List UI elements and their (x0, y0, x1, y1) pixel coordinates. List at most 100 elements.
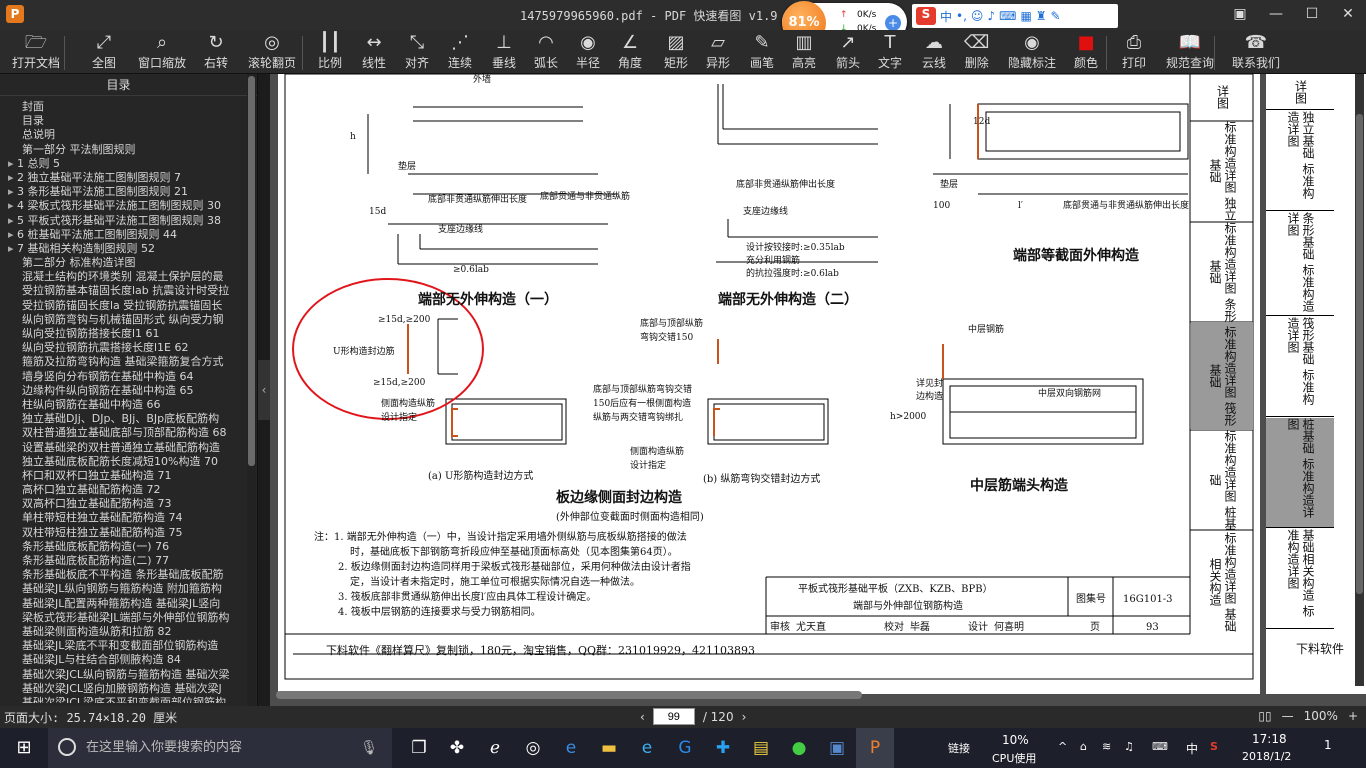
side-tab[interactable]: 标准构造详图 独立基础 (1191, 121, 1253, 221)
toc-item[interactable]: 第一部分 平法制图规则 (0, 143, 246, 157)
expand-arrow-icon[interactable]: ▸ (8, 171, 17, 184)
toc-item[interactable]: 基础梁JL与柱结合部侧腋构造 84 (0, 653, 246, 667)
tray-lang[interactable]: 中 (1186, 740, 1198, 757)
toolbar-rotate-button[interactable]: ↻ 右转 (204, 30, 228, 74)
toc-item[interactable]: 基础次梁JCL纵向钢筋与箍筋构造 基础次梁 (0, 668, 246, 682)
document-viewer[interactable]: 外墙 垫层 底部非贯通纵筋伸出长度 底部贯通与非贯通纵筋 支座边缘线 ≥0.6l… (270, 74, 1366, 706)
toc-item[interactable]: ▸ 6 桩基础平法施工图制图规则 44 (0, 228, 246, 242)
page-layout-icon[interactable]: ▯▯ (1258, 709, 1271, 723)
app-fan-icon[interactable]: ✤ (438, 728, 476, 768)
toc-scroll-thumb[interactable] (248, 76, 255, 466)
sogou-logo-icon[interactable]: S (916, 7, 936, 25)
toc-item[interactable]: 设置基础梁的双柱普通独立基础配筋构造 (0, 441, 246, 455)
expand-arrow-icon[interactable]: ▸ (8, 199, 17, 212)
toc-item[interactable]: 基础次梁JCL梁底不平和变截面部位钢筋构 (0, 696, 246, 703)
edge-icon[interactable]: e (552, 728, 590, 768)
toc-item[interactable]: ▸ 3 条形基础平法施工图制图规则 21 (0, 185, 246, 199)
app-spiral-icon[interactable]: ◎ (514, 728, 552, 768)
explorer-icon[interactable]: ▬ (590, 728, 628, 768)
page-number-input[interactable] (652, 708, 695, 725)
toolbar-contact-button[interactable]: ☎ 联系我们 (1232, 30, 1280, 74)
toc-item[interactable]: 基础梁JL梁底不平和变截面部位钢筋构造 (0, 639, 246, 653)
toolbar-eraser-button[interactable]: ⌫ 删除 (964, 30, 989, 74)
collapse-sidebar-chevron-icon[interactable]: ‹ (258, 360, 270, 420)
toc-item[interactable]: ▸ 1 总则 5 (0, 157, 246, 171)
toc-item[interactable]: ▸ 7 基础相关构造制图规则 52 (0, 242, 246, 256)
toolbar-continuous-button[interactable]: ⋰ 连续 (448, 30, 472, 74)
v-scroll-thumb[interactable] (1356, 114, 1363, 594)
toc-item[interactable]: 基础梁侧面构造纵筋和拉筋 82 (0, 625, 246, 639)
side-tab[interactable]: 标准构造详图 基础相关构造 (1191, 530, 1253, 634)
toolbar-pen-button[interactable]: ✎ 画笔 (750, 30, 774, 74)
toc-item[interactable]: 纵向受拉钢筋抗震搭接长度l1E 62 (0, 341, 246, 355)
windows-start-icon[interactable]: ⊞ (0, 728, 48, 768)
app-green-icon[interactable]: ● (780, 728, 818, 768)
toc-item[interactable]: 条形基础底板配筋构造(二) 77 (0, 554, 246, 568)
toolbar-book-button[interactable]: 📖 规范查询 (1166, 30, 1214, 74)
ime-lang[interactable]: 中 (940, 8, 952, 25)
side-tab[interactable]: 标准构造详图 桩基础 (1191, 430, 1253, 530)
volume-icon[interactable]: ♫ (1124, 740, 1134, 753)
expand-arrow-icon[interactable]: ▸ (8, 185, 17, 198)
toc-item[interactable]: 混凝土结构的环境类别 混凝土保护层的最 (0, 270, 246, 284)
toc-item[interactable]: 边缘构件纵向钢筋在基础中构造 65 (0, 384, 246, 398)
toolbar-eye-button[interactable]: ◉ 隐藏标注 (1008, 30, 1056, 74)
toolbar-radius-button[interactable]: ◉ 半径 (576, 30, 600, 74)
toc-item[interactable]: ▸ 5 平板式筏形基础平法施工图制图规则 38 (0, 214, 246, 228)
toolbar-color-button[interactable]: ■ 颜色 (1074, 30, 1098, 74)
toolbar-linear-button[interactable]: ↔ 线性 (362, 30, 386, 74)
toc-scrollbar[interactable] (247, 74, 256, 706)
clock-date[interactable]: 2018/1/2 (1242, 750, 1291, 763)
zoom-level[interactable]: 100% (1304, 709, 1338, 723)
next-page-icon[interactable]: › (742, 710, 747, 724)
tray-link[interactable]: 链接 (948, 740, 970, 756)
toc-item[interactable]: 梁板式筏形基础梁JL端部与外伸部位钢筋构 (0, 611, 246, 625)
ime-tools-icon[interactable]: ✎ (1051, 9, 1061, 23)
prev-page-icon[interactable]: ‹ (640, 710, 645, 724)
toc-item[interactable]: 独立基础DJj、DJp、BJj、BJp底板配筋构 (0, 412, 246, 426)
ime-skin-icon[interactable]: ▦ (1020, 9, 1031, 23)
ime-punct-icon[interactable]: •, (956, 9, 967, 23)
toc-item[interactable]: 目录 (0, 114, 246, 128)
zoom-in-icon[interactable]: + (1348, 709, 1358, 723)
ie2-icon[interactable]: e (628, 728, 666, 768)
toolbar-zoom-button[interactable]: ⌕ 窗口缩放 (138, 30, 186, 74)
ime-keyboard-icon[interactable]: ⌨ (999, 9, 1016, 23)
toolbar-cloud-button[interactable]: ☁ 云线 (922, 30, 946, 74)
toc-item[interactable]: 高杯口独立基础配筋构造 72 (0, 483, 246, 497)
tray-chevron-icon[interactable]: ^ (1058, 740, 1067, 753)
expand-arrow-icon[interactable]: ▸ (8, 214, 17, 227)
expand-arrow-icon[interactable]: ▸ (8, 228, 17, 241)
toc-item[interactable]: 基础梁JL配置两种箍筋构造 基础梁JL竖向 (0, 597, 246, 611)
mic-icon[interactable]: 🎙 (360, 728, 378, 768)
toolbar-highlight-button[interactable]: ▥ 高亮 (792, 30, 816, 74)
taskbar-search[interactable]: 在这里输入你要搜索的内容 🎙 (48, 728, 392, 768)
toc-item[interactable]: 墙身竖向分布钢筋在基础中构造 64 (0, 370, 246, 384)
toc-item[interactable]: 柱纵向钢筋在基础中构造 66 (0, 398, 246, 412)
side-tab[interactable]: 标准构造详图 条形基础 (1191, 222, 1253, 322)
toc-item[interactable]: 独立基础底板配筋长度减短10%构造 70 (0, 455, 246, 469)
ime-toolbar[interactable]: S 中 •, ☺ ♪ ⌨ ▦ ♜ ✎ (912, 4, 1118, 28)
side-tab[interactable]: 标准构造详图 筏形基础 (1191, 322, 1253, 430)
toolbar-print-button[interactable]: ⎙ 打印 (1122, 30, 1146, 74)
toc-item[interactable]: ▸ 4 梁板式筏形基础平法施工图制图规则 30 (0, 199, 246, 213)
speedup-plus-icon[interactable]: + (885, 15, 901, 31)
pin-icon[interactable]: ▣ (1222, 0, 1258, 30)
app-g-icon[interactable]: G (666, 728, 704, 768)
toc-item[interactable]: 纵向钢筋弯钩与机械锚固形式 纵向受力钢 (0, 313, 246, 327)
toolbar-align-button[interactable]: ⤡ 对齐 (405, 30, 429, 74)
task-view-icon[interactable]: ❐ (400, 728, 438, 768)
sogou-tray-icon[interactable]: S (1210, 740, 1218, 753)
wifi-icon[interactable]: ≋ (1102, 740, 1111, 753)
toc-item[interactable]: 基础次梁JCL竖向加腋钢筋构造 基础次梁J (0, 682, 246, 696)
toolbar-folder-button[interactable]: 🗁 打开文档 (12, 30, 60, 74)
toc-item[interactable]: ▸ 2 独立基础平法施工图制图规则 7 (0, 171, 246, 185)
toolbar-perp-button[interactable]: ⊥ 垂线 (492, 30, 516, 74)
keyboard-icon[interactable]: ⌨ (1152, 740, 1168, 753)
notes-icon[interactable]: ▤ (742, 728, 780, 768)
toc-item[interactable]: 条形基础板底不平构造 条形基础底板配筋 (0, 568, 246, 582)
toc-item[interactable]: 条形基础底板配筋构造(一) 76 (0, 540, 246, 554)
toc-item[interactable]: 双柱带短柱独立基础配筋构造 75 (0, 526, 246, 540)
toc-item[interactable]: 封面 (0, 100, 246, 114)
toolbar-shape-button[interactable]: ▱ 异形 (706, 30, 730, 74)
